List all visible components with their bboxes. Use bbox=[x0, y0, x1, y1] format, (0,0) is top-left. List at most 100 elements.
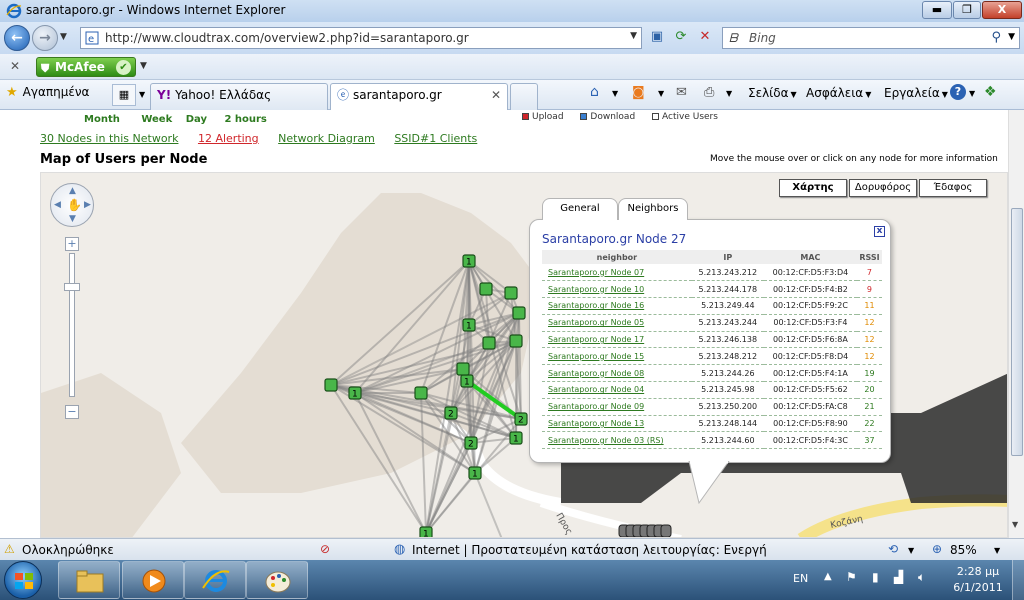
timeframe-2hours[interactable]: 2 hours bbox=[224, 114, 266, 125]
map-type-map-button[interactable]: Χάρτης bbox=[779, 179, 847, 197]
vertical-scrollbar[interactable]: ▼ bbox=[1008, 110, 1024, 538]
help-dropdown-icon[interactable]: ▼ bbox=[969, 89, 975, 98]
pan-up-icon[interactable]: ▲ bbox=[69, 186, 76, 196]
wifi-signal-icon[interactable]: ▟ bbox=[894, 570, 903, 584]
node-marker[interactable] bbox=[414, 386, 428, 400]
node-marker[interactable] bbox=[512, 306, 526, 320]
print-dropdown-icon[interactable]: ▼ bbox=[726, 89, 732, 98]
zoom-icon[interactable]: ⊕ bbox=[932, 542, 942, 556]
zoom-out-button[interactable]: − bbox=[65, 405, 79, 419]
search-box[interactable]: ᗷ Bing ⚲ ▼ bbox=[722, 27, 1020, 49]
mesh-node[interactable] bbox=[479, 282, 493, 296]
timeframe-day[interactable]: Day bbox=[186, 114, 207, 125]
mcafee-dropdown-icon[interactable]: ▼ bbox=[140, 61, 147, 71]
tab-list-dropdown-icon[interactable]: ▼ bbox=[139, 90, 145, 99]
mesh-node[interactable]: 1 bbox=[462, 318, 476, 332]
info-tab-neighbors[interactable]: Neighbors bbox=[618, 198, 688, 220]
hand-icon[interactable]: ✋ bbox=[67, 198, 82, 212]
mesh-node[interactable]: 1 bbox=[419, 526, 433, 538]
zoom-slider-track[interactable] bbox=[69, 253, 75, 397]
warning-icon[interactable]: ⚠ bbox=[4, 542, 15, 556]
neighbor-link[interactable]: Sarantaporo.gr Node 04 bbox=[542, 381, 692, 399]
clock-date[interactable]: 6/1/2011 bbox=[948, 581, 1008, 594]
mesh-node[interactable]: 2 bbox=[464, 436, 478, 450]
node-marker[interactable] bbox=[479, 282, 493, 296]
mcafee-site-advisor-button[interactable]: ⛊ McAfee ✔ bbox=[36, 57, 136, 77]
alerting-link[interactable]: 12 Alerting bbox=[198, 132, 259, 145]
language-indicator[interactable]: EN bbox=[793, 572, 808, 585]
zoom-dropdown-icon[interactable]: ▼ bbox=[994, 546, 1000, 555]
nodes-link[interactable]: 30 Nodes in this Network bbox=[40, 132, 178, 145]
map-type-terrain-button[interactable]: Έδαφος bbox=[919, 179, 987, 197]
zoom-in-button[interactable]: + bbox=[65, 237, 79, 251]
quick-tabs-icon[interactable]: ▦ bbox=[112, 84, 136, 106]
mesh-node[interactable] bbox=[512, 306, 526, 320]
timeframe-month[interactable]: Month bbox=[84, 114, 120, 125]
mesh-node[interactable] bbox=[504, 286, 518, 300]
extension-icon[interactable]: ❖ bbox=[984, 84, 997, 100]
security-zone-text[interactable]: Internet | Προστατευμένη κατάσταση λειτο… bbox=[412, 543, 767, 557]
url-text[interactable]: http://www.cloudtrax.com/overview2.php?i… bbox=[105, 31, 469, 45]
mesh-node[interactable] bbox=[509, 334, 523, 348]
print-icon[interactable]: ⎙ bbox=[704, 85, 714, 100]
ssid-clients-link[interactable]: SSID#1 Clients bbox=[394, 132, 477, 145]
search-icon[interactable]: ⚲ bbox=[991, 30, 1001, 45]
compatibility-view-icon[interactable]: ▣ bbox=[646, 27, 668, 49]
privacy-report-icon[interactable]: ⊘ bbox=[320, 542, 330, 556]
minimize-button[interactable]: ▬ bbox=[922, 1, 952, 19]
mesh-node[interactable]: 1 bbox=[468, 466, 482, 480]
map-type-satellite-button[interactable]: Δορυφόρος bbox=[849, 179, 917, 197]
mesh-node[interactable] bbox=[456, 362, 470, 376]
protected-mode-icon[interactable]: ⟲ bbox=[888, 542, 898, 556]
action-center-flag-icon[interactable]: ⚑ bbox=[846, 570, 857, 584]
mail-icon[interactable]: ✉ bbox=[676, 85, 687, 100]
favorites-button[interactable]: ★ Αγαπημένα bbox=[6, 85, 89, 100]
taskbar-paint-button[interactable] bbox=[246, 561, 308, 599]
neighbor-link[interactable]: Sarantaporo.gr Node 09 bbox=[542, 398, 692, 416]
pan-down-icon[interactable]: ▼ bbox=[69, 214, 76, 224]
back-button[interactable]: ← bbox=[4, 25, 30, 51]
chevron-down-icon[interactable]: ▼ bbox=[908, 546, 914, 555]
mesh-node[interactable]: 1 bbox=[462, 254, 476, 268]
mesh-node[interactable]: 1 bbox=[460, 374, 474, 388]
home-icon[interactable]: ⌂ bbox=[590, 84, 599, 100]
battery-icon[interactable]: ▮ bbox=[872, 570, 879, 584]
node-marker[interactable] bbox=[509, 334, 523, 348]
taskbar-internet-explorer-button[interactable] bbox=[184, 561, 246, 599]
stop-icon[interactable]: ✕ bbox=[694, 27, 716, 49]
neighbor-link[interactable]: Sarantaporo.gr Node 17 bbox=[542, 331, 692, 349]
page-menu[interactable]: Σελίδα ▼ bbox=[748, 86, 797, 100]
rss-feed-icon[interactable]: ◙ bbox=[632, 85, 645, 100]
maximize-button[interactable]: ❐ bbox=[953, 1, 981, 19]
show-hidden-icons-icon[interactable]: ▲ bbox=[824, 571, 832, 582]
neighbor-link[interactable]: Sarantaporo.gr Node 03 (RS) bbox=[542, 431, 692, 450]
neighbor-link[interactable]: Sarantaporo.gr Node 16 bbox=[542, 297, 692, 315]
tab-sarantaporo[interactable]: ⓔ sarantaporo.gr ✕ bbox=[330, 83, 508, 110]
search-options-dropdown-icon[interactable]: ▼ bbox=[1008, 32, 1015, 42]
help-icon[interactable]: ? bbox=[950, 84, 966, 100]
taskbar-explorer-button[interactable] bbox=[58, 561, 120, 599]
pan-left-icon[interactable]: ◀ bbox=[54, 200, 61, 210]
node-map[interactable]: Προς Κοζάνη 11122111211 Χάρτης Δορυφόρος… bbox=[40, 172, 1008, 538]
mesh-node[interactable]: 2 bbox=[514, 412, 528, 426]
neighbor-link[interactable]: Sarantaporo.gr Node 08 bbox=[542, 364, 692, 383]
search-placeholder[interactable]: Bing bbox=[749, 31, 776, 45]
neighbor-link[interactable]: Sarantaporo.gr Node 13 bbox=[542, 415, 692, 433]
home-dropdown-icon[interactable]: ▼ bbox=[612, 89, 618, 98]
recent-pages-dropdown-icon[interactable]: ▼ bbox=[60, 32, 67, 42]
mesh-node[interactable] bbox=[324, 378, 338, 392]
close-icon[interactable]: x bbox=[874, 226, 885, 237]
scrollbar-thumb[interactable] bbox=[1011, 208, 1023, 456]
close-window-button[interactable]: X bbox=[982, 1, 1022, 19]
node-marker[interactable] bbox=[456, 362, 470, 376]
mesh-node[interactable] bbox=[482, 336, 496, 350]
mesh-node[interactable]: 1 bbox=[348, 386, 362, 400]
tab-yahoo[interactable]: Y! Yahoo! Ελλάδας bbox=[150, 83, 328, 110]
pan-right-icon[interactable]: ▶ bbox=[84, 200, 91, 210]
start-button[interactable] bbox=[4, 561, 42, 599]
info-tab-general[interactable]: General bbox=[542, 198, 618, 220]
node-marker[interactable] bbox=[482, 336, 496, 350]
clock-time[interactable]: 2:28 μμ bbox=[952, 565, 1004, 578]
address-bar[interactable]: e http://www.cloudtrax.com/overview2.php… bbox=[80, 27, 642, 49]
volume-icon[interactable]: 🔈︎ bbox=[918, 570, 925, 585]
